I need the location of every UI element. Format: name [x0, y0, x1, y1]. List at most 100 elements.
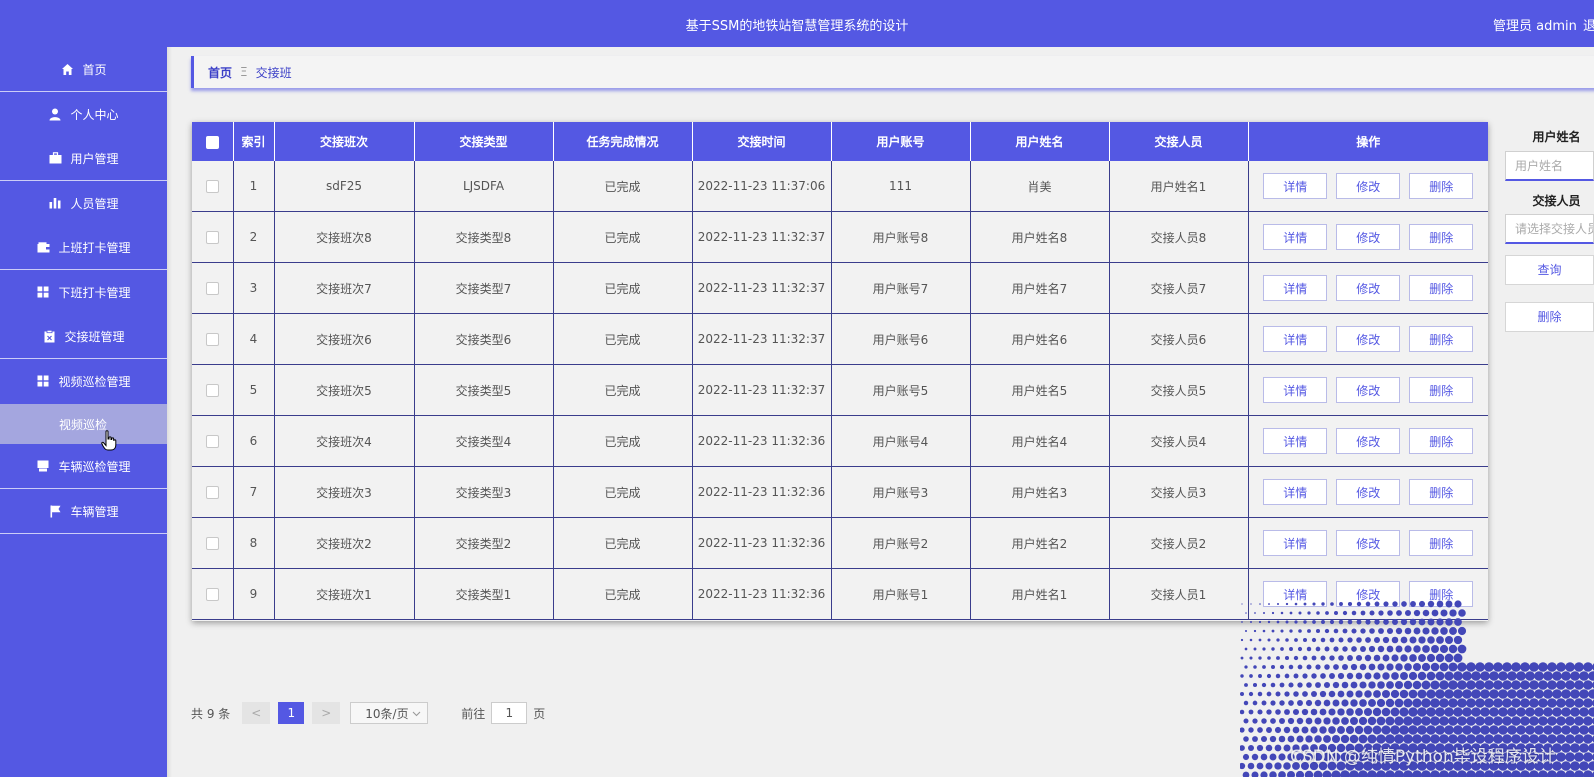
task-status-cell: 已完成	[553, 364, 693, 416]
sidebar-item-profile[interactable]: 个人中心	[0, 92, 167, 136]
sidebar-item-clock-in[interactable]: 上班打卡管理	[0, 225, 167, 269]
user-account-cell: 111	[831, 161, 971, 212]
logout-link[interactable]: 退出	[1583, 15, 1594, 34]
next-page-button[interactable]: >	[312, 702, 341, 724]
detail-button[interactable]: 详情	[1263, 377, 1328, 403]
handover-shift-cell: 交接班次8	[274, 211, 415, 263]
handover-time-cell: 2022-11-23 11:32:37	[692, 364, 832, 416]
row-checkbox[interactable]	[192, 517, 234, 569]
sidebar-item-handover[interactable]: 交接班管理	[0, 314, 167, 358]
row-checkbox[interactable]	[192, 364, 234, 416]
handover-shift-cell: 交接班次1	[274, 568, 415, 620]
task-status-cell: 已完成	[553, 211, 693, 263]
sidebar-item-vehicle-inspection-mgmt[interactable]: 车辆巡检管理	[0, 444, 167, 488]
table-row[interactable]: 8 交接班次2 交接类型2 已完成 2022-11-23 11:32:36 用户账号2 用户…	[192, 517, 1488, 569]
row-checkbox[interactable]	[192, 415, 234, 467]
table-row[interactable]: 7 交接班次3 交接类型3 已完成 2022-11-23 11:32:36 用户账号3 用户…	[192, 466, 1488, 518]
sidebar-item-vehicles[interactable]: 车辆管理	[0, 489, 167, 533]
actions-cell: 详情 修改 删除	[1248, 415, 1488, 467]
edit-button[interactable]: 修改	[1336, 428, 1401, 454]
grid-icon	[36, 374, 50, 388]
delete-button[interactable]: 删除	[1409, 479, 1474, 505]
handover-type-cell: 交接类型6	[414, 313, 554, 365]
user-account-cell: 用户账号4	[831, 415, 971, 467]
select-all-checkbox[interactable]	[192, 122, 234, 161]
user-account-cell: 用户账号8	[831, 211, 971, 263]
column-header: 索引	[233, 122, 275, 161]
handover-type-cell: 交接类型7	[414, 262, 554, 314]
delete-button[interactable]: 删除	[1409, 326, 1474, 352]
table-row[interactable]: 6 交接班次4 交接类型4 已完成 2022-11-23 11:32:36 用户账号4 用户…	[192, 415, 1488, 467]
sidebar-subitem-video-inspection[interactable]: 视频巡检	[0, 404, 167, 444]
delete-button[interactable]: 删除	[1409, 224, 1474, 250]
breadcrumb: 首页 Ξ 交接班	[191, 56, 1594, 88]
goto-prefix: 前往	[461, 706, 486, 721]
page-size-select[interactable]: 10条/页	[350, 702, 429, 724]
delete-button[interactable]: 删除	[1409, 275, 1474, 301]
page-number-current[interactable]: 1	[278, 702, 305, 724]
handover-person-cell: 用户姓名1	[1109, 161, 1249, 212]
user-name-cell: 用户姓名8	[970, 211, 1110, 263]
table-row[interactable]: 1 sdF25 LJSDFA 已完成 2022-11-23 11:37:06 111 肖美用…	[192, 161, 1488, 212]
handover-type-cell: 交接类型5	[414, 364, 554, 416]
row-checkbox[interactable]	[192, 211, 234, 263]
sidebar-item-users[interactable]: 用户管理	[0, 136, 167, 180]
handover-person-cell: 交接人员1	[1109, 568, 1249, 620]
edit-button[interactable]: 修改	[1336, 224, 1401, 250]
row-checkbox[interactable]	[192, 568, 234, 620]
actions-cell: 详情 修改 删除	[1248, 262, 1488, 314]
handover-shift-cell: 交接班次5	[274, 364, 415, 416]
actions-cell: 详情 修改 删除	[1248, 313, 1488, 365]
row-index-cell: 9	[233, 568, 275, 620]
row-checkbox[interactable]	[192, 466, 234, 518]
user-icon	[48, 107, 62, 121]
detail-button[interactable]: 详情	[1263, 224, 1328, 250]
detail-button[interactable]: 详情	[1263, 479, 1328, 505]
breadcrumb-home[interactable]: 首页	[208, 64, 232, 81]
detail-button[interactable]: 详情	[1263, 530, 1328, 556]
delete-button[interactable]: 删除	[1409, 377, 1474, 403]
query-button[interactable]: 查询	[1505, 255, 1594, 285]
sidebar-item-video-inspection-mgmt[interactable]: 视频巡检管理	[0, 359, 167, 403]
edit-button[interactable]: 修改	[1336, 326, 1401, 352]
row-checkbox[interactable]	[192, 161, 234, 212]
edit-button[interactable]: 修改	[1336, 173, 1401, 199]
handover-time-cell: 2022-11-23 11:32:36	[692, 517, 832, 569]
prev-page-button[interactable]: <	[242, 702, 271, 724]
detail-button[interactable]: 详情	[1263, 326, 1328, 352]
table-row[interactable]: 5 交接班次5 交接类型5 已完成 2022-11-23 11:32:37 用户账号5 用户…	[192, 364, 1488, 416]
delete-button[interactable]: 删除	[1409, 530, 1474, 556]
edit-button[interactable]: 修改	[1336, 275, 1401, 301]
sidebar-item-staff[interactable]: 人员管理	[0, 181, 167, 225]
table-row[interactable]: 3 交接班次7 交接类型7 已完成 2022-11-23 11:32:37 用户账号7 用户…	[192, 262, 1488, 314]
handover-person-select[interactable]: 请选择交接人员	[1505, 214, 1594, 244]
edit-button[interactable]: 修改	[1336, 377, 1401, 403]
clipboard-icon	[42, 329, 56, 343]
task-status-cell: 已完成	[553, 415, 693, 467]
table-row[interactable]: 4 交接班次6 交接类型6 已完成 2022-11-23 11:32:37 用户账号6 用户…	[192, 313, 1488, 365]
sidebar-item-home[interactable]: 首页	[0, 47, 167, 91]
table-row[interactable]: 2 交接班次8 交接类型8 已完成 2022-11-23 11:32:37 用户账号8 用户…	[192, 211, 1488, 263]
handover-type-cell: LJSDFA	[414, 161, 554, 212]
delete-button[interactable]: 删除	[1409, 173, 1474, 199]
detail-button[interactable]: 详情	[1263, 275, 1328, 301]
user-name-input[interactable]: 用户姓名	[1505, 151, 1594, 181]
sidebar-shadow	[167, 47, 172, 777]
edit-button[interactable]: 修改	[1336, 530, 1401, 556]
edit-button[interactable]: 修改	[1336, 479, 1401, 505]
row-checkbox[interactable]	[192, 262, 234, 314]
sidebar-item-clock-out[interactable]: 下班打卡管理	[0, 270, 167, 314]
delete-button[interactable]: 删除	[1409, 428, 1474, 454]
batch-delete-button[interactable]: 删除	[1505, 302, 1594, 332]
user-name-cell: 用户姓名2	[970, 517, 1110, 569]
detail-button[interactable]: 详情	[1263, 173, 1328, 199]
briefcase-icon	[48, 151, 62, 165]
handover-shift-cell: 交接班次3	[274, 466, 415, 518]
actions-cell: 详情 修改 删除	[1248, 466, 1488, 518]
detail-button[interactable]: 详情	[1263, 428, 1328, 454]
row-checkbox[interactable]	[192, 313, 234, 365]
sidebar-item-label: 交接班管理	[64, 329, 125, 344]
goto-page-input[interactable]: 1	[491, 702, 528, 724]
actions-cell: 详情 修改 删除	[1248, 161, 1488, 212]
handover-person-cell: 交接人员4	[1109, 415, 1249, 467]
